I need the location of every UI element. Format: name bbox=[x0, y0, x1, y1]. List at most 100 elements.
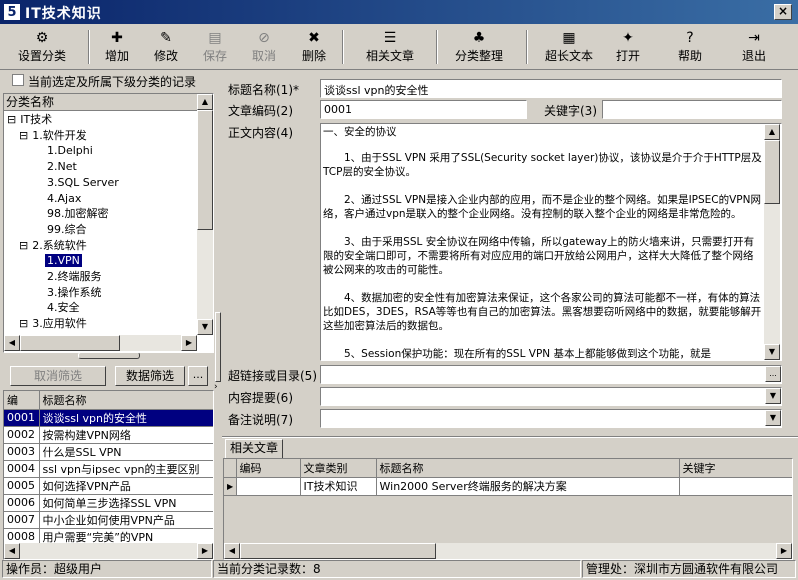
table-row[interactable]: 0004 ssl vpn与ipsec vpn的主要区别 bbox=[4, 460, 213, 478]
content-vscroll[interactable]: ▲ ▼ bbox=[764, 124, 780, 360]
tree-node[interactable]: 3.SQL Server bbox=[43, 175, 121, 191]
table-row[interactable]: 0001 谈谈ssl vpn的安全性 bbox=[4, 409, 213, 427]
list-header-title[interactable]: 标题名称 bbox=[39, 391, 213, 410]
article-list[interactable]: 编 标题名称 0001 谈谈ssl vpn的安全性 0002 按需构建VPN网络 000… bbox=[3, 390, 214, 560]
table-row[interactable]: 0005 如何选择VPN产品 bbox=[4, 477, 213, 495]
tree-header: 分类名称 bbox=[4, 94, 197, 111]
list-cell-title: 如何选择VPN产品 bbox=[39, 477, 213, 495]
splitter-grip[interactable] bbox=[78, 352, 140, 359]
filter-options-button[interactable]: ... bbox=[188, 366, 208, 386]
title-input[interactable]: 谈谈ssl vpn的安全性 bbox=[320, 79, 782, 98]
close-button[interactable]: × bbox=[774, 4, 792, 20]
content-paragraph: 3、由于采用SSL 安全协议在网络中传输，所以gateway上的防火墙来讲，只需… bbox=[323, 236, 755, 276]
toolbar-cancel-button[interactable]: ⊘ 取消 bbox=[244, 26, 284, 68]
tree-hscroll-thumb[interactable] bbox=[20, 335, 120, 351]
table-row[interactable]: 0003 什么是SSL VPN bbox=[4, 443, 213, 461]
toolbar-button-label: 超长文本 bbox=[544, 49, 593, 63]
toolbar-save-button[interactable]: ▤ 保存 bbox=[196, 26, 234, 68]
tree-node[interactable]: ⊟ 1.软件开发 bbox=[19, 128, 89, 144]
filter-checkbox[interactable] bbox=[12, 74, 24, 86]
tree-collapse-icon[interactable]: ⊟ bbox=[19, 239, 28, 252]
toolbar-organize-button[interactable]: ♣ 分类整理 bbox=[446, 26, 512, 68]
scroll-down-icon[interactable]: ▼ bbox=[197, 319, 213, 335]
tree-node[interactable]: 2.Net bbox=[43, 159, 79, 175]
tree-vscroll[interactable]: ▲ ▼ bbox=[197, 94, 213, 335]
tree-node[interactable]: 3.操作系统 bbox=[43, 285, 104, 301]
related-list-icon: ☰ bbox=[383, 30, 397, 46]
toolbar-open-button[interactable]: ✦ 打开 bbox=[608, 26, 648, 68]
tree-node[interactable]: 2.终端服务 bbox=[43, 269, 104, 285]
table-row[interactable]: 0006 如何简单三步选择SSL VPN bbox=[4, 494, 213, 512]
tree-node[interactable]: 4.安全 bbox=[43, 300, 82, 316]
related-hscroll-thumb[interactable] bbox=[240, 543, 436, 559]
tree-node-label: 1.软件开发 bbox=[32, 128, 87, 142]
tree-node[interactable]: 4.Ajax bbox=[43, 191, 83, 207]
tree-node-label: 4.安全 bbox=[47, 301, 80, 315]
cancel-filter-button[interactable]: 取消筛选 bbox=[10, 366, 106, 386]
hyperlink-input[interactable] bbox=[320, 365, 782, 384]
scroll-left-icon[interactable]: ◀ bbox=[224, 543, 240, 559]
code-label: 文章编码(2) bbox=[228, 104, 293, 118]
tree-node[interactable]: 1.Delphi bbox=[43, 143, 95, 159]
tree-node[interactable]: ⊟ 3.应用软件 bbox=[19, 316, 89, 332]
toolbar-button-label: 取消 bbox=[251, 49, 276, 63]
toolbar-help-button[interactable]: ? 帮助 bbox=[670, 26, 710, 68]
tree-node[interactable]: 1.VPN bbox=[43, 253, 82, 269]
scroll-right-icon[interactable]: ▶ bbox=[181, 335, 197, 351]
toolbar-button-label: 修改 bbox=[153, 49, 178, 63]
related-articles-grid[interactable]: 编码 文章类别 标题名称 关键字 ▶ IT技术知识 Win2000 Server终端服务的… bbox=[223, 458, 793, 560]
table-row[interactable]: 0002 按需构建VPN网络 bbox=[4, 426, 213, 444]
table-row[interactable]: 0007 中小企业如何使用VPN产品 bbox=[4, 511, 213, 529]
toolbar-separator bbox=[342, 30, 344, 64]
keyword-input[interactable] bbox=[602, 100, 782, 119]
scroll-down-icon[interactable]: ▼ bbox=[764, 344, 780, 360]
scroll-right-icon[interactable]: ▶ bbox=[197, 543, 213, 559]
code-input[interactable]: 0001 bbox=[320, 100, 527, 119]
scroll-left-icon[interactable]: ◀ bbox=[4, 543, 20, 559]
tree-node[interactable]: 99.综合 bbox=[43, 222, 89, 238]
vertical-splitter[interactable]: › bbox=[214, 72, 222, 558]
toolbar-add-button[interactable]: ✚ 增加 bbox=[98, 26, 136, 68]
tree-hscroll[interactable]: ◀ ▶ bbox=[4, 335, 197, 351]
table-row[interactable]: ▶ IT技术知识 Win2000 Server终端服务的解决方案 bbox=[224, 477, 792, 496]
toolbar-button-label: 删除 bbox=[301, 49, 326, 63]
tree-node[interactable]: ⊟ 2.系统软件 bbox=[19, 238, 89, 254]
remark-input[interactable] bbox=[320, 409, 782, 428]
related-header-2[interactable]: 标题名称 bbox=[376, 459, 680, 478]
toolbar-button-label: 退出 bbox=[741, 49, 766, 63]
toolbar-edit-button[interactable]: ✎ 修改 bbox=[146, 26, 186, 68]
toolbar-long-text-button[interactable]: ▦ 超长文本 bbox=[536, 26, 602, 68]
toolbar-settings-tree-button[interactable]: ⚙ 设置分类 bbox=[2, 26, 82, 68]
hyperlink-browse-button[interactable]: ... bbox=[765, 366, 781, 382]
toolbar-exit-button[interactable]: ⇥ 退出 bbox=[734, 26, 774, 68]
scroll-up-icon[interactable]: ▲ bbox=[764, 124, 780, 140]
related-header-0[interactable]: 编码 bbox=[236, 459, 301, 478]
app-logo-icon: 5 bbox=[3, 3, 21, 21]
data-filter-button[interactable]: 数据筛选 bbox=[115, 366, 185, 386]
list-hscroll[interactable]: ◀ ▶ bbox=[4, 543, 213, 559]
tree-collapse-icon[interactable]: ⊟ bbox=[19, 317, 28, 330]
tree-collapse-icon[interactable]: ⊟ bbox=[19, 129, 28, 142]
tree-collapse-icon[interactable]: ⊟ bbox=[7, 113, 16, 126]
related-cell-keyword bbox=[679, 477, 792, 496]
tree-vscroll-thumb[interactable] bbox=[197, 110, 213, 230]
list-cell-title: 谈谈ssl vpn的安全性 bbox=[39, 409, 213, 427]
scroll-left-icon[interactable]: ◀ bbox=[4, 335, 20, 351]
remark-dropdown-icon[interactable]: ▼ bbox=[765, 410, 781, 426]
toolbar-related-list-button[interactable]: ☰ 相关文章 bbox=[352, 26, 428, 68]
content-vscroll-thumb[interactable] bbox=[764, 140, 780, 204]
list-header-code[interactable]: 编 bbox=[4, 391, 40, 410]
tree-node[interactable]: ⊟ IT技术 bbox=[7, 112, 54, 128]
category-tree[interactable]: 分类名称 ⊟ IT技术 ⊟ 1.软件开发 1.Delphi 2.Net 3.SQL Serv… bbox=[3, 93, 214, 353]
related-header-3[interactable]: 关键字 bbox=[679, 459, 792, 478]
scroll-up-icon[interactable]: ▲ bbox=[197, 94, 213, 110]
tab-related-articles[interactable]: 相关文章 bbox=[225, 439, 283, 458]
summary-dropdown-icon[interactable]: ▼ bbox=[765, 388, 781, 404]
related-header-1[interactable]: 文章类别 bbox=[300, 459, 377, 478]
toolbar-delete-button[interactable]: ✖ 删除 bbox=[294, 26, 334, 68]
scroll-right-icon[interactable]: ▶ bbox=[776, 543, 792, 559]
related-hscroll[interactable]: ◀ ▶ bbox=[224, 543, 792, 559]
content-textarea[interactable]: 一、安全的协议 1、由于SSL VPN 采用了SSL(Security sock… bbox=[320, 123, 782, 361]
tree-node[interactable]: 98.加密解密 bbox=[43, 206, 111, 222]
summary-input[interactable] bbox=[320, 387, 782, 406]
